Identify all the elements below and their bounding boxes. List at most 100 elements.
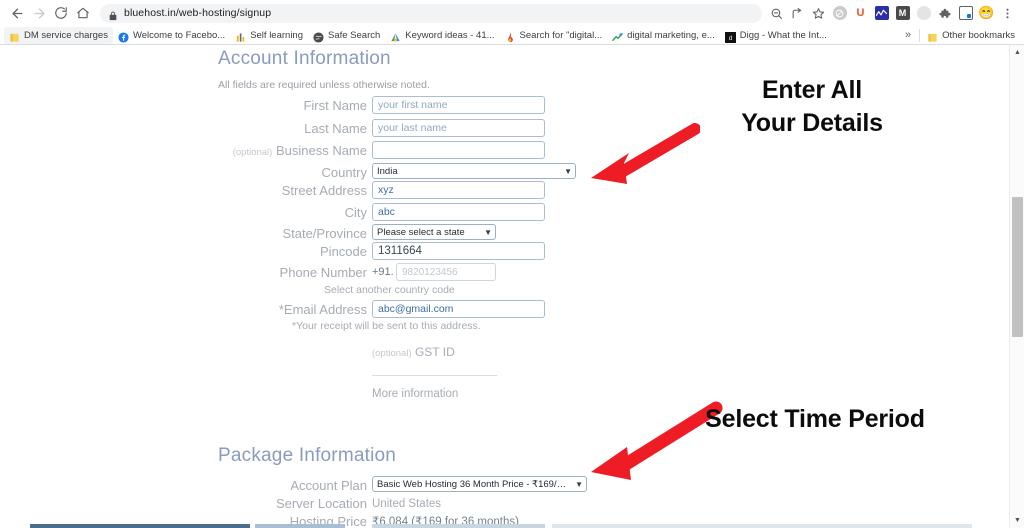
account-plan-select[interactable]: Basic Web Hosting 36 Month Price - ₹169/…: [372, 476, 587, 492]
bookmark-star-icon[interactable]: [808, 3, 829, 24]
bookmark-label: digital marketing, e...: [627, 29, 715, 41]
form-row-phone-number: Phone Number +91. 9820123456: [0, 262, 620, 284]
country-select[interactable]: India ▼: [372, 163, 576, 179]
digg-icon: d: [724, 30, 736, 43]
browser-split-icon[interactable]: [955, 3, 976, 24]
browser-window: bluehost.in/web-hosting/signup U M 😁 DM …: [0, 0, 1024, 528]
last-name-value: your last name: [378, 122, 447, 134]
scroll-up-arrow-icon[interactable]: ▲: [1010, 45, 1024, 60]
address-bar[interactable]: bluehost.in/web-hosting/signup: [100, 3, 762, 23]
toolbar-icons: U M 😁: [766, 3, 1018, 24]
bookmark-label: Search for "digital...: [519, 29, 603, 41]
bookmark-item[interactable]: Search for "digital...: [500, 27, 608, 44]
phone-number-input[interactable]: 9820123456: [396, 263, 496, 281]
street-address-input[interactable]: xyz: [372, 181, 545, 199]
page-viewport: Account Information All fields are requi…: [0, 45, 1024, 528]
business-name-label: (optional) Business Name: [150, 140, 367, 164]
other-bookmarks-label: Other bookmarks: [942, 29, 1015, 41]
gst-optional-tag: (optional): [372, 348, 412, 359]
browser-toolbar: bluehost.in/web-hosting/signup U M 😁: [0, 0, 1024, 26]
gst-divider: [372, 375, 497, 376]
bookmark-item[interactable]: Safe Search: [308, 27, 385, 44]
street-address-label: Street Address: [281, 183, 367, 198]
first-name-value: your first name: [378, 99, 448, 111]
scrollbar-thumb[interactable]: [1012, 197, 1023, 337]
first-name-input[interactable]: your first name: [372, 96, 545, 114]
email-receipt-note: *Your receipt will be sent to this addre…: [292, 320, 481, 332]
phone-number-label: Phone Number: [279, 265, 367, 280]
page-scrollbar[interactable]: ▲ ▼: [1009, 45, 1024, 528]
bookmark-item[interactable]: d Digg - What the Int...: [720, 27, 832, 44]
lock-icon: [108, 8, 118, 21]
form-row-city: City abc: [0, 202, 620, 224]
bookmark-label: Digg - What the Int...: [739, 29, 827, 41]
more-information-link[interactable]: More information: [372, 388, 458, 400]
country-selected-value: India: [377, 165, 398, 177]
account-plan-selected-value: Basic Web Hosting 36 Month Price - ₹169/…: [377, 478, 570, 490]
bookmark-item[interactable]: Welcome to Facebo...: [113, 27, 230, 44]
form-row-street-address: Street Address xyz: [0, 180, 620, 202]
forward-arrow-icon: [28, 2, 50, 24]
bookmarks-overflow-button[interactable]: »: [899, 29, 917, 41]
city-value: abc: [378, 206, 395, 218]
home-icon[interactable]: [72, 2, 94, 24]
chart-icon: [235, 30, 246, 42]
bookmark-item[interactable]: DM service charges: [4, 26, 113, 44]
annotation-text-2: Select Time Period: [705, 405, 925, 433]
chrome-menu-icon[interactable]: [997, 3, 1018, 24]
chevron-down-icon: ▼: [575, 479, 583, 489]
other-bookmarks-button[interactable]: Other bookmarks: [922, 27, 1020, 44]
extension-u-icon[interactable]: U: [850, 3, 871, 24]
bookmark-label: Self learning: [250, 29, 303, 41]
extension-chart-icon[interactable]: [871, 3, 892, 24]
city-input[interactable]: abc: [372, 203, 545, 221]
zoom-out-icon[interactable]: [766, 3, 787, 24]
bookmark-item[interactable]: Keyword ideas - 41...: [385, 27, 499, 44]
extension-pale-icon[interactable]: [913, 3, 934, 24]
first-name-label: First Name: [303, 98, 367, 113]
gst-id-label-text: GST ID: [414, 345, 455, 359]
form-row-pincode: Pincode 1311664: [0, 241, 620, 263]
phone-country-prefix: +91.: [372, 266, 394, 278]
last-name-input[interactable]: your last name: [372, 119, 545, 137]
another-country-code-link[interactable]: Select another country code: [324, 284, 455, 296]
extension-mail-icon[interactable]: M: [892, 3, 913, 24]
package-information-heading: Package Information: [218, 445, 397, 466]
business-name-input[interactable]: [372, 141, 545, 159]
back-arrow-icon[interactable]: [6, 2, 28, 24]
business-name-optional-tag: (optional): [232, 147, 273, 158]
chevron-down-icon: ▼: [484, 227, 492, 237]
extension-grey-icon[interactable]: [829, 3, 850, 24]
street-address-value: xyz: [378, 184, 394, 196]
form-row-last-name: Last Name your last name: [0, 118, 620, 140]
form-row-email-address: *Email Address abc@gmail.com: [0, 299, 620, 321]
business-name-label-text: Business Name: [275, 143, 367, 158]
bookmark-label: DM service charges: [24, 29, 108, 41]
page-bottom-partial-row: [0, 524, 1009, 528]
email-address-input[interactable]: abc@gmail.com: [372, 300, 545, 318]
gst-id-label: (optional) GST ID: [372, 345, 455, 359]
google-ads-icon: [390, 30, 401, 42]
annotation-text-1: Enter All Your Details: [741, 76, 883, 137]
state-province-select[interactable]: Please select a state ▼: [372, 224, 496, 240]
phone-number-value: 9820123456: [402, 266, 458, 278]
bookmark-label: Welcome to Facebo...: [132, 29, 226, 41]
city-label: City: [344, 205, 367, 220]
flame-icon: [505, 30, 516, 42]
share-icon[interactable]: [787, 3, 808, 24]
bookmarks-divider: [919, 28, 921, 42]
facebook-icon: [118, 30, 129, 43]
svg-text:d: d: [729, 35, 732, 41]
account-information-heading: Account Information: [218, 48, 391, 69]
form-row-first-name: First Name your first name: [0, 95, 620, 117]
profile-avatar-icon[interactable]: 😁: [976, 3, 997, 24]
pincode-input[interactable]: 1311664: [372, 242, 545, 260]
bookmark-item[interactable]: digital marketing, e...: [607, 27, 720, 44]
reload-icon[interactable]: [50, 2, 72, 24]
bookmark-item[interactable]: Self learning: [230, 27, 308, 44]
scroll-down-arrow-icon[interactable]: ▼: [1010, 513, 1024, 528]
email-address-label: *Email Address: [278, 302, 367, 317]
extensions-puzzle-icon[interactable]: [934, 3, 955, 24]
folder-icon: [927, 30, 938, 42]
pincode-value: 1311664: [378, 245, 422, 257]
